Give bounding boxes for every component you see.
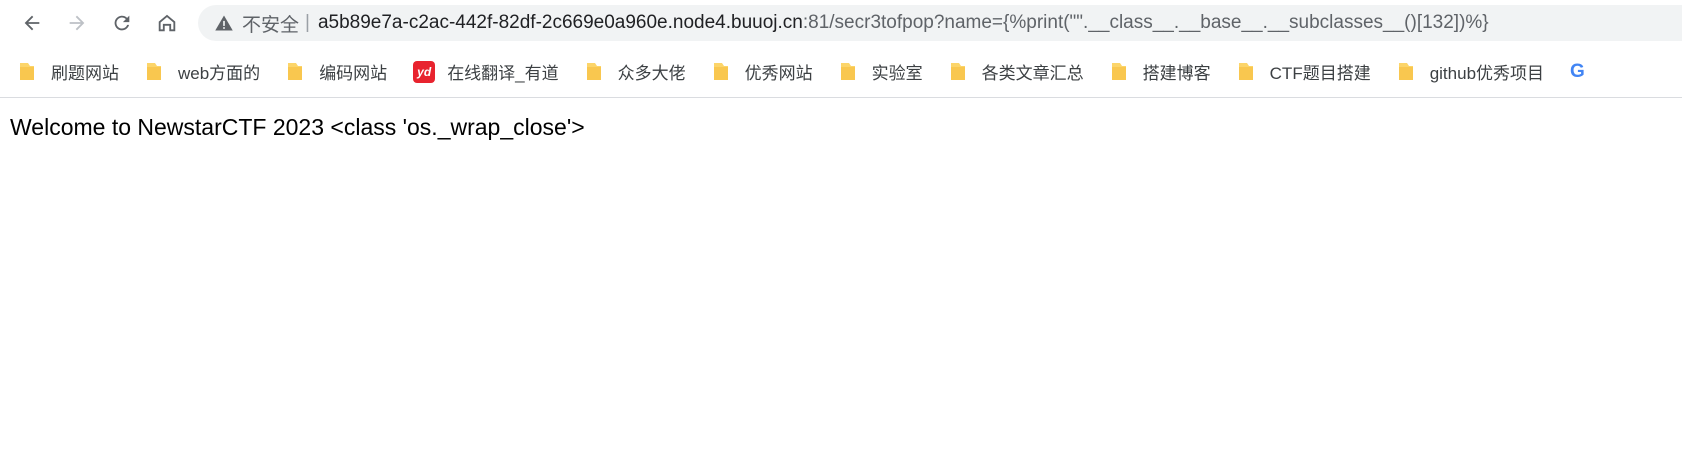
address-bar[interactable]: 不安全 | a5b89e7a-c2ac-442f-82df-2c669e0a96… [198,5,1682,41]
home-icon [158,14,176,32]
browser-toolbar: 不安全 | a5b89e7a-c2ac-442f-82df-2c669e0a96… [0,0,1682,46]
folder-icon [1238,62,1253,80]
bookmark-item[interactable]: 实验室 [839,59,923,84]
bookmark-label: 各类文章汇总 [981,64,1084,83]
bookmark-item[interactable]: yd 在线翻译_有道 [413,59,559,84]
bookmark-item[interactable]: 搭建博客 [1110,59,1211,84]
folder-icon [288,62,303,80]
page-content: Welcome to NewstarCTF 2023 <class 'os._w… [0,98,1682,157]
bookmark-label: 在线翻译_有道 [447,64,559,83]
youdao-icon: yd [413,60,436,83]
arrow-right-icon [69,15,85,31]
folder-icon [1398,62,1413,80]
bookmark-item[interactable]: web方面的 [145,59,260,84]
security-label[interactable]: 不安全 [242,10,299,37]
folder-icon [713,62,728,80]
forward-button[interactable] [59,5,95,41]
arrow-left-icon [24,15,40,31]
bookmark-label: 实验室 [871,64,923,83]
folder-icon [840,62,855,80]
bookmark-item[interactable]: github优秀项目 [1397,59,1544,84]
google-icon: G [1570,60,1585,82]
back-button[interactable] [14,5,50,41]
bookmark-item[interactable]: 优秀网站 [712,59,813,84]
bookmark-label: 众多大佬 [617,64,686,83]
bookmarks-bar: 刷题网站 web方面的 编码网站 yd 在线翻译_有道 众多大佬 优秀网站 实验室 各类文章汇总… [0,46,1682,98]
bookmark-item[interactable]: 编码网站 [286,59,387,84]
reload-icon [114,15,130,31]
bookmark-item[interactable]: 各类文章汇总 [949,59,1084,84]
folder-icon [586,62,601,80]
bookmark-label: CTF题目搭建 [1269,64,1371,83]
welcome-text: Welcome to NewstarCTF 2023 <class 'os._w… [10,114,585,140]
security-separator: | [305,12,310,33]
bookmark-label: 刷题网站 [51,64,119,83]
folder-icon [147,62,161,80]
folder-icon [950,62,965,80]
bookmark-item[interactable]: G [1570,61,1585,83]
bookmark-item[interactable]: 刷题网站 [18,59,119,84]
folder-icon [1111,62,1126,80]
reload-button[interactable] [104,5,140,41]
bookmark-label: github优秀项目 [1429,64,1545,83]
folder-icon [20,62,34,80]
url-host[interactable]: a5b89e7a-c2ac-442f-82df-2c669e0a960e.nod… [318,12,803,34]
bookmark-label: 优秀网站 [744,64,813,83]
bookmark-item[interactable]: 众多大佬 [585,59,686,84]
bookmark-item[interactable]: CTF题目搭建 [1237,59,1371,84]
bookmark-label: 编码网站 [319,64,388,83]
bookmark-label: web方面的 [178,64,261,83]
bookmark-label: 搭建博客 [1142,64,1211,83]
home-button[interactable] [149,5,185,41]
warning-icon[interactable] [214,13,234,33]
url-path[interactable]: :81/secr3tofpop?name={%print("".__class_… [803,12,1489,34]
